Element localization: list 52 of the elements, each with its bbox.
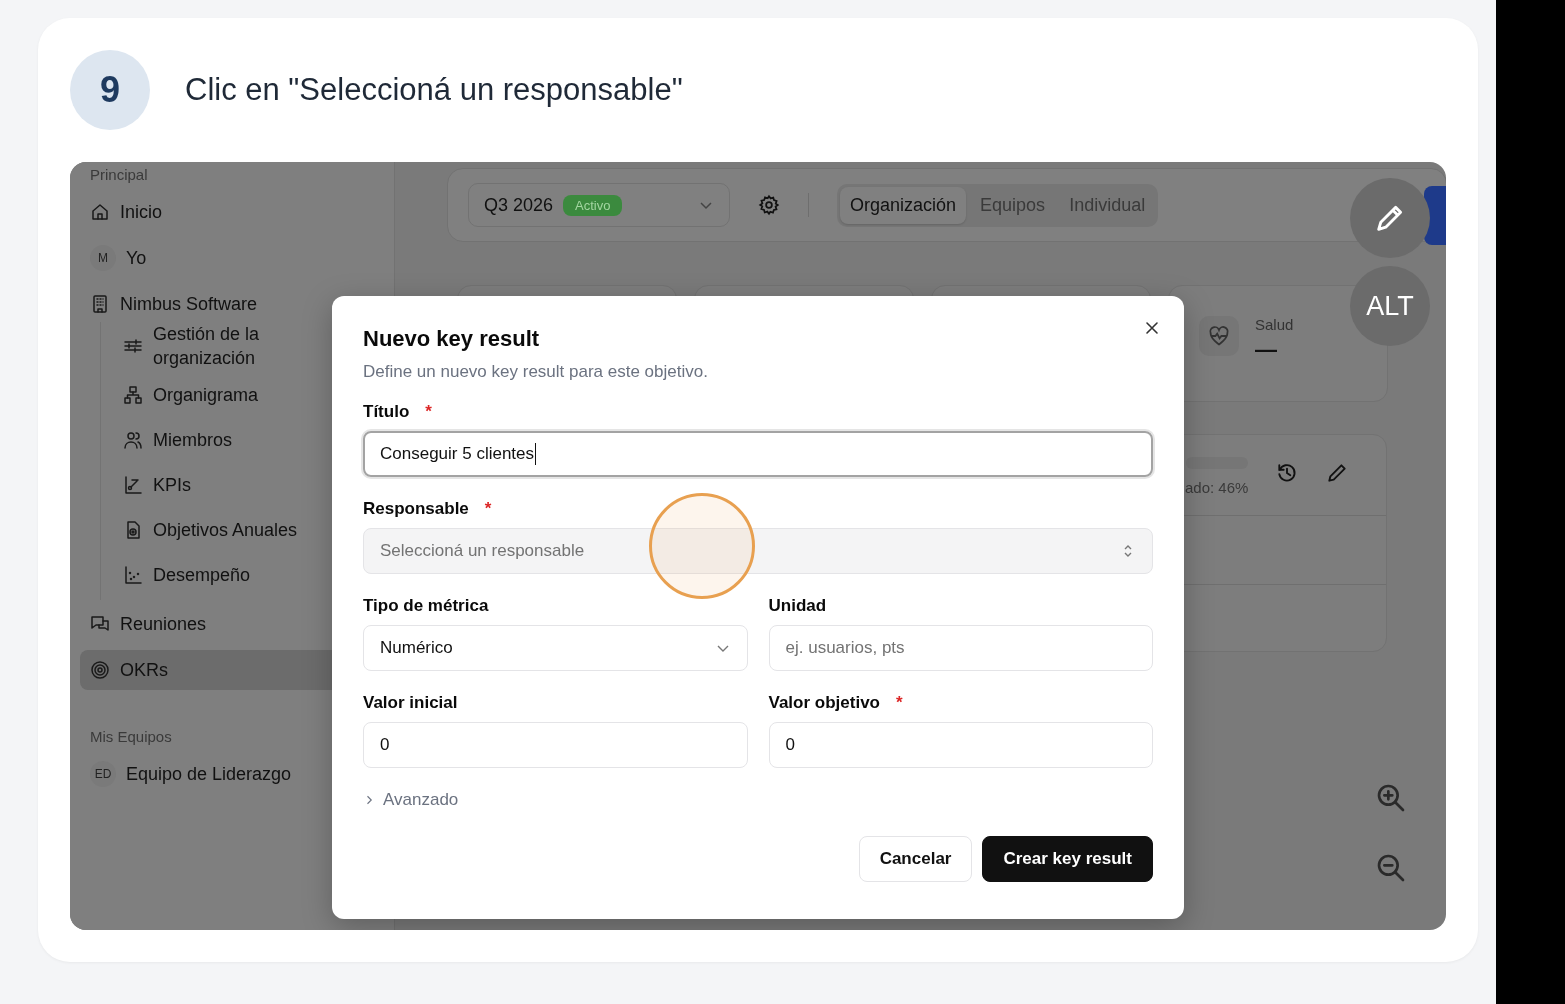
cancel-button[interactable]: Cancelar — [858, 836, 973, 882]
input-field[interactable]: Conseguir 5 clientes — [363, 431, 1153, 477]
building-icon — [90, 294, 110, 314]
zoom-out-icon[interactable] — [1375, 852, 1407, 884]
nav-item[interactable]: Nimbus Software — [80, 284, 384, 324]
input-field[interactable]: 0 — [363, 722, 748, 768]
nav-item[interactable]: M Yo — [80, 238, 384, 278]
avatar: M — [90, 245, 116, 271]
close-icon[interactable] — [1144, 320, 1160, 336]
input-field[interactable]: ej. usuarios, pts — [768, 625, 1153, 671]
select-field[interactable]: Seleccioná un responsable — [363, 528, 1153, 574]
dialog-subtitle: Define un nuevo key result para este objetivo. — [363, 362, 709, 382]
view-tab[interactable]: Equipos — [970, 186, 1056, 224]
settings-icon[interactable] — [758, 194, 780, 216]
field-label: Tipo de métrica — [363, 596, 489, 616]
status-badge: Activo — [563, 194, 623, 216]
section-heading: Mis Equipos — [89, 728, 173, 746]
pencil-icon[interactable] — [1326, 462, 1349, 484]
target-icon — [90, 660, 110, 680]
field-label: Responsable — [363, 499, 469, 519]
select-field[interactable]: Numérico — [363, 625, 748, 671]
zoom-in-icon[interactable] — [1375, 782, 1407, 814]
stat-value: — — [1255, 341, 1278, 359]
field-label: Valor inicial — [363, 693, 458, 713]
users-icon — [123, 430, 143, 450]
step-number: 9 — [70, 50, 150, 130]
section-heading: Principal — [89, 166, 149, 184]
field-label: Unidad — [768, 596, 827, 616]
text-cursor — [535, 443, 537, 465]
field-label: Valor objetivo — [768, 693, 880, 713]
required-mark: * — [484, 499, 492, 519]
view-tab[interactable]: Organización — [840, 186, 967, 224]
period-select[interactable]: Q3 2026 Activo — [468, 183, 730, 227]
stat-label: Salud — [1255, 316, 1294, 333]
create-button[interactable]: Crear key result — [982, 836, 1153, 882]
field-label: Título — [363, 402, 410, 422]
sliders-icon — [123, 336, 143, 356]
progress-text: ado: 46% — [1185, 478, 1249, 496]
required-mark: * — [896, 693, 903, 713]
alt-button[interactable]: ALT — [1350, 266, 1430, 346]
step-title: Clic en "Seleccioná un responsable" — [185, 72, 683, 108]
chat-icon — [90, 614, 110, 634]
hierarchy-icon — [123, 385, 143, 405]
view-tab[interactable]: Individual — [1059, 186, 1156, 224]
required-mark: * — [425, 402, 432, 422]
input-field[interactable]: 0 — [768, 722, 1153, 768]
avatar: ED — [90, 761, 116, 787]
scatter-chart-icon — [123, 565, 143, 585]
chart-icon — [123, 475, 143, 495]
home-icon — [90, 202, 110, 222]
nav-item[interactable]: Inicio — [80, 192, 384, 232]
dialog-title: Nuevo key result — [363, 326, 541, 352]
